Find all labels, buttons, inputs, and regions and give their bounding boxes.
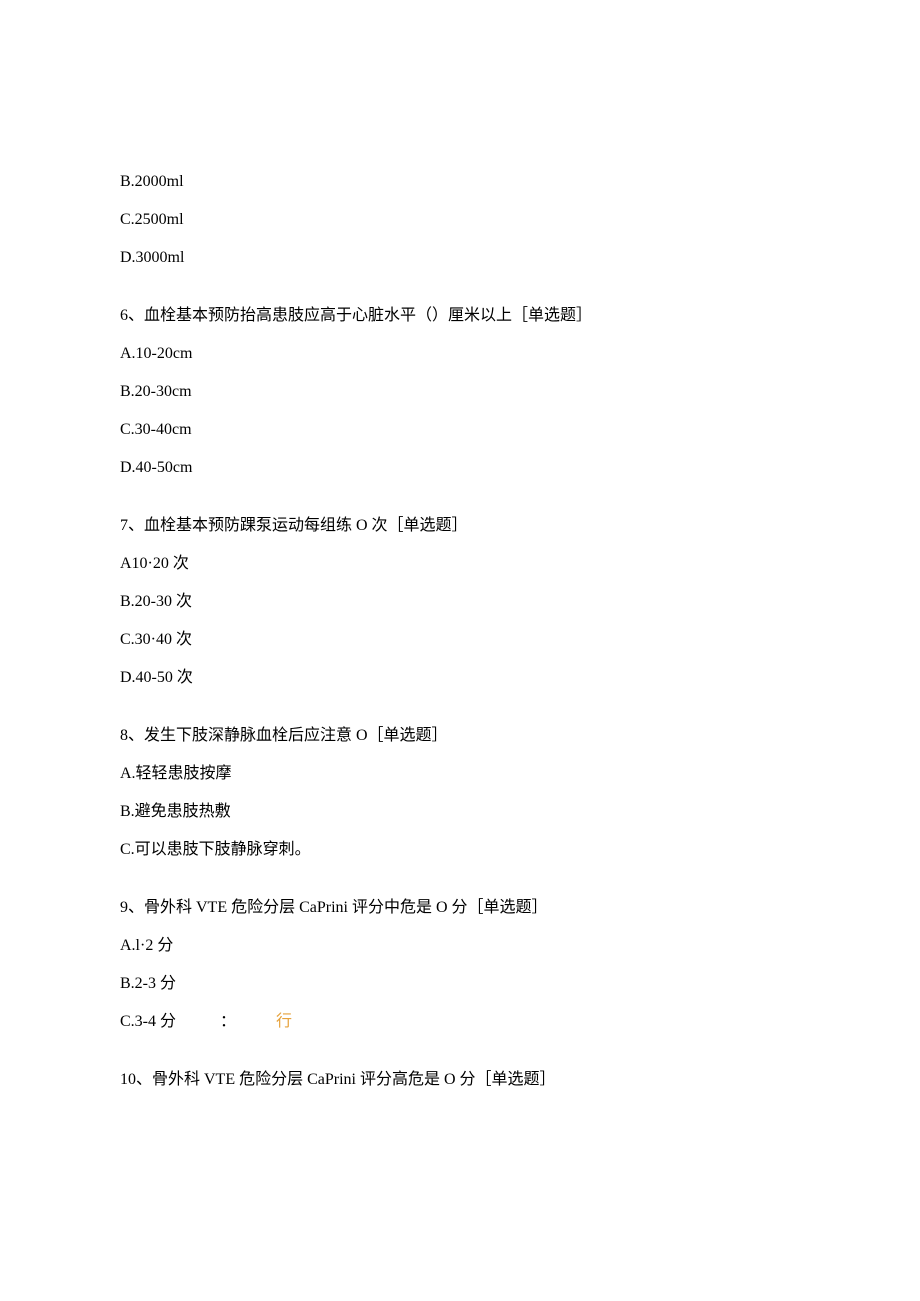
- q6-option-d: D.40-50cm: [120, 456, 800, 480]
- q9-option-c-text: C.3-4 分: [120, 1010, 176, 1034]
- q6-stem: 6、血栓基本预防抬高患肢应高于心脏水平（）厘米以上［单选题］: [120, 304, 800, 328]
- q9-option-a: A.l·2 分: [120, 934, 800, 958]
- q9-option-c-colon: ：: [220, 1010, 236, 1034]
- document-page: B.2000ml C.2500ml D.3000ml 6、血栓基本预防抬高患肢应…: [0, 0, 920, 1301]
- q7-option-d: D.40-50 次: [120, 666, 800, 690]
- q5-option-b: B.2000ml: [120, 170, 800, 194]
- q8-stem: 8、发生下肢深静脉血栓后应注意 O［单选题］: [120, 724, 800, 748]
- q8-option-a: A.轻轻患肢按摩: [120, 762, 800, 786]
- q6-option-a: A.10-20cm: [120, 342, 800, 366]
- q7-stem: 7、血栓基本预防踝泵运动每组练 O 次［单选题］: [120, 514, 800, 538]
- q7-option-a: A10·20 次: [120, 552, 800, 576]
- q8-option-c: C.可以患肢下肢静脉穿刺。: [120, 838, 800, 862]
- q9-option-b: B.2-3 分: [120, 972, 800, 996]
- q6-option-b: B.20-30cm: [120, 380, 800, 404]
- q5-option-d: D.3000ml: [120, 246, 800, 270]
- q7-option-b: B.20-30 次: [120, 590, 800, 614]
- q10-stem: 10、骨外科 VTE 危险分层 CaPrini 评分高危是 O 分［单选题］: [120, 1068, 800, 1092]
- q8-option-b: B.避免患肢热敷: [120, 800, 800, 824]
- q7-option-c: C.30·40 次: [120, 628, 800, 652]
- q9-option-c: C.3-4 分 ： 行: [120, 1010, 800, 1034]
- q9-option-c-extra: 行: [276, 1010, 292, 1034]
- q9-stem: 9、骨外科 VTE 危险分层 CaPrini 评分中危是 O 分［单选题］: [120, 896, 800, 920]
- q6-option-c: C.30-40cm: [120, 418, 800, 442]
- q5-option-c: C.2500ml: [120, 208, 800, 232]
